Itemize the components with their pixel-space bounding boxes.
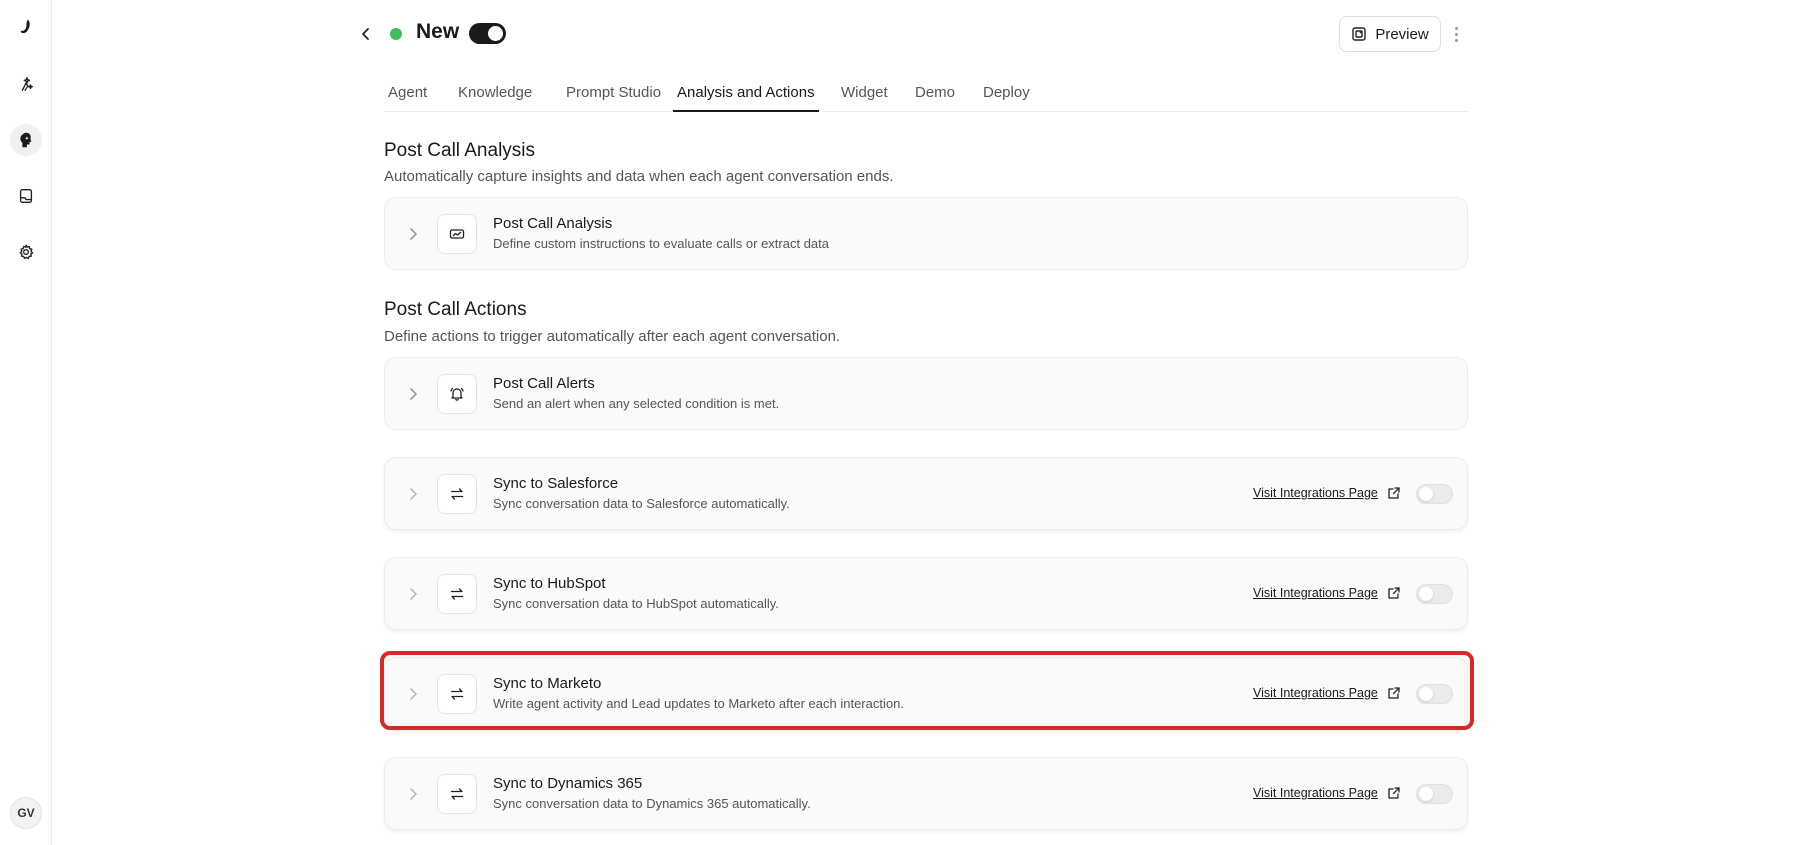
- sidebar: GV: [0, 0, 52, 845]
- link-label[interactable]: Visit Integrations Page: [1253, 786, 1378, 800]
- card-description: Sync conversation data to Salesforce aut…: [493, 496, 790, 511]
- tab-knowledge[interactable]: Knowledge: [454, 82, 536, 112]
- sync-hubspot-toggle[interactable]: [1416, 584, 1453, 604]
- avatar[interactable]: GV: [10, 797, 42, 829]
- visit-integrations-link[interactable]: Visit Integrations Page: [1253, 486, 1401, 500]
- external-link-icon: [1388, 487, 1400, 499]
- card-description: Sync conversation data to HubSpot automa…: [493, 596, 779, 611]
- preview-icon: [1352, 27, 1367, 41]
- post-call-analysis-title: Post Call Analysis: [384, 140, 536, 161]
- tab-demo[interactable]: Demo: [911, 82, 959, 112]
- card-title: Sync to HubSpot: [493, 575, 606, 592]
- preview-button[interactable]: Preview: [1339, 16, 1441, 52]
- visit-integrations-link[interactable]: Visit Integrations Page: [1253, 686, 1401, 700]
- card-title: Sync to Salesforce: [493, 475, 619, 492]
- tab-analysis-and-actions[interactable]: Analysis and Actions: [673, 82, 819, 112]
- chevron-right-icon[interactable]: [403, 784, 423, 804]
- tab-prompt-studio[interactable]: Prompt Studio: [562, 82, 665, 112]
- ai-head-icon[interactable]: [10, 124, 42, 156]
- card-title: Post Call Alerts: [493, 375, 595, 392]
- chevron-right-icon[interactable]: [403, 584, 423, 604]
- back-icon[interactable]: [354, 22, 378, 46]
- sync-marketo-card[interactable]: Sync to Marketo Write agent activity and…: [384, 657, 1468, 730]
- external-link-icon: [1388, 587, 1400, 599]
- card-description: Sync conversation data to Dynamics 365 a…: [493, 796, 811, 811]
- link-label[interactable]: Visit Integrations Page: [1253, 586, 1378, 600]
- link-label[interactable]: Visit Integrations Page: [1253, 486, 1378, 500]
- gear-icon[interactable]: [10, 236, 42, 268]
- more-options-icon[interactable]: [1449, 22, 1463, 46]
- post-call-actions-title: Post Call Actions: [384, 299, 527, 320]
- card-title: Sync to Dynamics 365: [493, 775, 643, 792]
- post-call-analysis-card[interactable]: Post Call Analysis Define custom instruc…: [384, 197, 1468, 270]
- document-icon[interactable]: [10, 180, 42, 212]
- ticket-icon: [437, 214, 477, 254]
- post-call-alerts-card[interactable]: Post Call Alerts Send an alert when any …: [384, 357, 1468, 430]
- sync-arrows-icon: [437, 674, 477, 714]
- sync-arrows-icon: [437, 474, 477, 514]
- link-label[interactable]: Visit Integrations Page: [1253, 686, 1378, 700]
- sync-dynamics-card[interactable]: Sync to Dynamics 365 Sync conversation d…: [384, 757, 1468, 830]
- sync-hubspot-card[interactable]: Sync to HubSpot Sync conversation data t…: [384, 557, 1468, 630]
- agent-sparkle-icon[interactable]: [10, 68, 42, 100]
- chevron-right-icon[interactable]: [403, 484, 423, 504]
- status-dot: [390, 28, 402, 40]
- preview-label: Preview: [1375, 25, 1429, 43]
- chevron-right-icon[interactable]: [403, 684, 423, 704]
- external-link-icon: [1388, 687, 1400, 699]
- sync-marketo-toggle[interactable]: [1416, 684, 1453, 704]
- card-description: Define custom instructions to evaluate c…: [493, 236, 829, 251]
- tab-widget[interactable]: Widget: [837, 82, 892, 112]
- card-description: Send an alert when any selected conditio…: [493, 396, 780, 411]
- external-link-icon: [1388, 787, 1400, 799]
- logo-icon[interactable]: [10, 11, 42, 43]
- chevron-right-icon[interactable]: [403, 384, 423, 404]
- card-description: Write agent activity and Lead updates to…: [493, 696, 904, 711]
- visit-integrations-link[interactable]: Visit Integrations Page: [1253, 786, 1401, 800]
- sync-dynamics-toggle[interactable]: [1416, 784, 1453, 804]
- visit-integrations-link[interactable]: Visit Integrations Page: [1253, 586, 1401, 600]
- agent-active-toggle[interactable]: [469, 23, 506, 44]
- post-call-analysis-description: Automatically capture insights and data …: [384, 168, 894, 185]
- sync-arrows-icon: [437, 574, 477, 614]
- chevron-right-icon[interactable]: [403, 224, 423, 244]
- post-call-actions-description: Define actions to trigger automatically …: [384, 328, 841, 345]
- sync-salesforce-card[interactable]: Sync to Salesforce Sync conversation dat…: [384, 457, 1468, 530]
- sync-arrows-icon: [437, 774, 477, 814]
- tab-bar: Agent Knowledge Prompt Studio Analysis a…: [384, 82, 1468, 112]
- card-title: Post Call Analysis: [493, 215, 613, 232]
- sync-salesforce-toggle[interactable]: [1416, 484, 1453, 504]
- agent-name: New: [416, 20, 460, 43]
- tab-deploy[interactable]: Deploy: [979, 82, 1034, 112]
- bell-icon: [437, 374, 477, 414]
- tab-agent[interactable]: Agent: [384, 82, 431, 112]
- card-title: Sync to Marketo: [493, 675, 602, 692]
